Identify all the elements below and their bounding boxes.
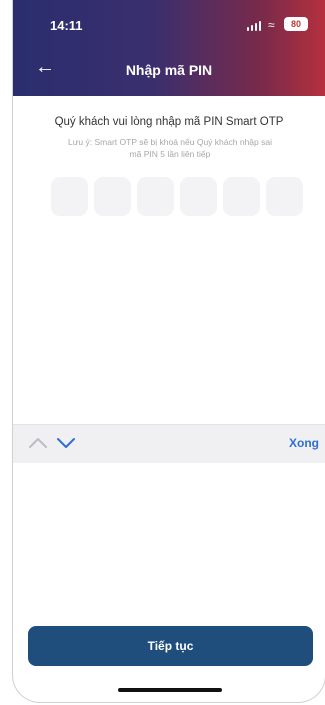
pin-lock-warning-line2: mã PIN 5 lần liên tiếp <box>129 149 211 159</box>
app-header: 14:11 ≈ 80 ← Nhập mã PIN <box>13 0 325 96</box>
battery-icon: 80 <box>284 17 308 31</box>
continue-button[interactable]: Tiếp tục <box>28 626 313 666</box>
pin-lock-warning: Lưu ý: Smart OTP sẽ bị khoá nếu Quý khác… <box>41 136 299 160</box>
done-button[interactable]: Xong <box>289 436 319 450</box>
status-bar: 14:11 ≈ 80 <box>13 0 325 40</box>
chevron-up-icon[interactable] <box>28 436 48 450</box>
pin-digit-box[interactable] <box>137 177 174 216</box>
pin-digit-box[interactable] <box>266 177 303 216</box>
status-time: 14:11 <box>50 18 83 33</box>
pin-digit-box[interactable] <box>223 177 260 216</box>
chevron-down-icon[interactable] <box>56 436 76 450</box>
pin-digit-box[interactable] <box>94 177 131 216</box>
signal-icon <box>247 21 263 31</box>
keyboard-toolbar: Xong <box>13 424 325 463</box>
page-title: Nhập mã PIN <box>125 62 213 78</box>
pin-digit-box[interactable] <box>51 177 88 216</box>
nav-bar: ← Nhập mã PIN <box>13 52 325 86</box>
battery-level: 80 <box>290 19 301 29</box>
wifi-icon: ≈ <box>268 18 275 32</box>
pin-lock-warning-line1: Lưu ý: Smart OTP sẽ bị khoá nếu Quý khác… <box>68 137 272 147</box>
phone-screen: 14:11 ≈ 80 ← Nhập mã PIN Quý khách vui l… <box>12 0 325 703</box>
pin-instruction: Quý khách vui lòng nhập mã PIN Smart OTP <box>54 116 284 128</box>
home-indicator[interactable] <box>118 688 222 692</box>
pin-digit-box[interactable] <box>180 177 217 216</box>
